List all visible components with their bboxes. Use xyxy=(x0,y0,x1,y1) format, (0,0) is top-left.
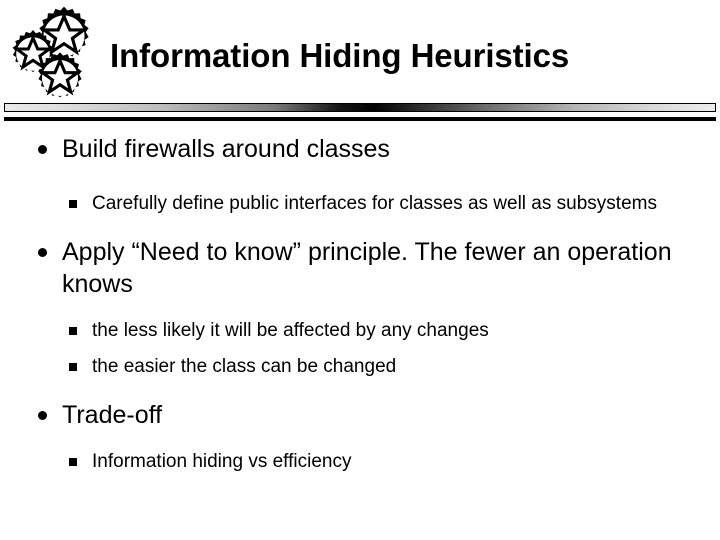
bullet-level2: Information hiding vs efficiency xyxy=(0,449,720,474)
divider-solid-bar xyxy=(4,117,716,121)
square-bullet-icon xyxy=(69,363,77,371)
square-bullet-icon xyxy=(69,327,77,335)
bullet-level1: Apply “Need to know” principle. The fewe… xyxy=(0,236,720,300)
slide-header: Information Hiding Heuristics xyxy=(0,0,720,128)
disc-bullet-icon xyxy=(38,248,47,257)
bullet-text: Information hiding vs efficiency xyxy=(92,451,352,472)
bullet-level1: Build firewalls around classes xyxy=(0,133,720,165)
title-divider xyxy=(0,103,720,125)
disc-bullet-icon xyxy=(38,411,47,420)
square-bullet-icon xyxy=(69,458,77,466)
bullet-level2: the easier the class can be changed xyxy=(0,354,720,379)
bullet-text: Carefully define public interfaces for c… xyxy=(92,193,657,214)
interlocking-gears-icon xyxy=(4,6,104,106)
slide-body: Build firewalls around classes Carefully… xyxy=(0,133,720,476)
divider-gradient-bar xyxy=(4,103,716,112)
bullet-level2: Carefully define public interfaces for c… xyxy=(0,191,720,216)
bullet-text: Apply “Need to know” principle. The fewe… xyxy=(62,238,672,298)
bullet-level1: Trade-off xyxy=(0,399,720,431)
bullet-text: Trade-off xyxy=(62,401,163,429)
square-bullet-icon xyxy=(69,200,77,208)
bullet-text: the less likely it will be affected by a… xyxy=(92,320,489,341)
disc-bullet-icon xyxy=(38,145,47,154)
bullet-text: Build firewalls around classes xyxy=(62,135,390,163)
bullet-text: the easier the class can be changed xyxy=(92,356,397,377)
page-title: Information Hiding Heuristics xyxy=(110,37,570,74)
bullet-level2: the less likely it will be affected by a… xyxy=(0,318,720,343)
